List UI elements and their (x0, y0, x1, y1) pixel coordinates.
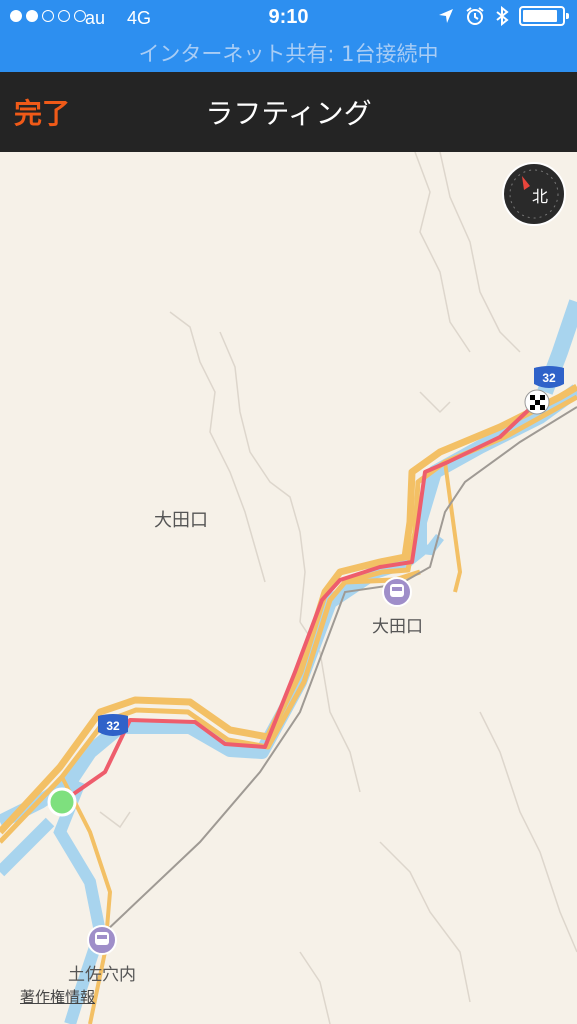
battery-icon (519, 6, 569, 26)
navigation-bar: 完了 ラフティング (0, 72, 577, 152)
route-shield-32-east[interactable]: 32 (534, 366, 564, 388)
route-shield-label: 32 (106, 719, 120, 733)
battery-fill (523, 10, 558, 22)
copyright-link[interactable]: 著作権情報 (20, 986, 95, 1007)
map-view[interactable]: 32 32 北 大田口 大田口 土佐穴内 著作権情報 (0, 152, 577, 1024)
compass-north-label: 北 (532, 187, 548, 206)
hotspot-banner[interactable]: インターネット共有: 1台接続中 (0, 38, 577, 68)
railway (104, 406, 577, 933)
river (0, 299, 577, 1024)
route-shield-32-west[interactable]: 32 (98, 714, 128, 736)
page-title: ラフティング (205, 97, 372, 130)
status-icons (437, 6, 569, 26)
roads (0, 383, 577, 1024)
route-end-marker[interactable] (524, 389, 550, 415)
station-label: 大田口 (372, 617, 423, 637)
station-marker-ootaguchi[interactable] (382, 577, 412, 607)
station-label: 土佐穴内 (68, 965, 136, 985)
place-label: 大田口 (154, 510, 208, 531)
status-bar: au 4G 9:10 インターネット共有: 1台接続中 (0, 0, 577, 72)
compass-icon[interactable]: 北 (502, 162, 566, 226)
location-arrow-icon (439, 9, 453, 23)
route-start-marker[interactable] (47, 787, 77, 817)
alarm-icon (466, 7, 484, 25)
route-shield-label: 32 (542, 371, 556, 385)
station-marker-tosa-anauchi[interactable] (87, 925, 117, 955)
bluetooth-icon (496, 6, 509, 26)
